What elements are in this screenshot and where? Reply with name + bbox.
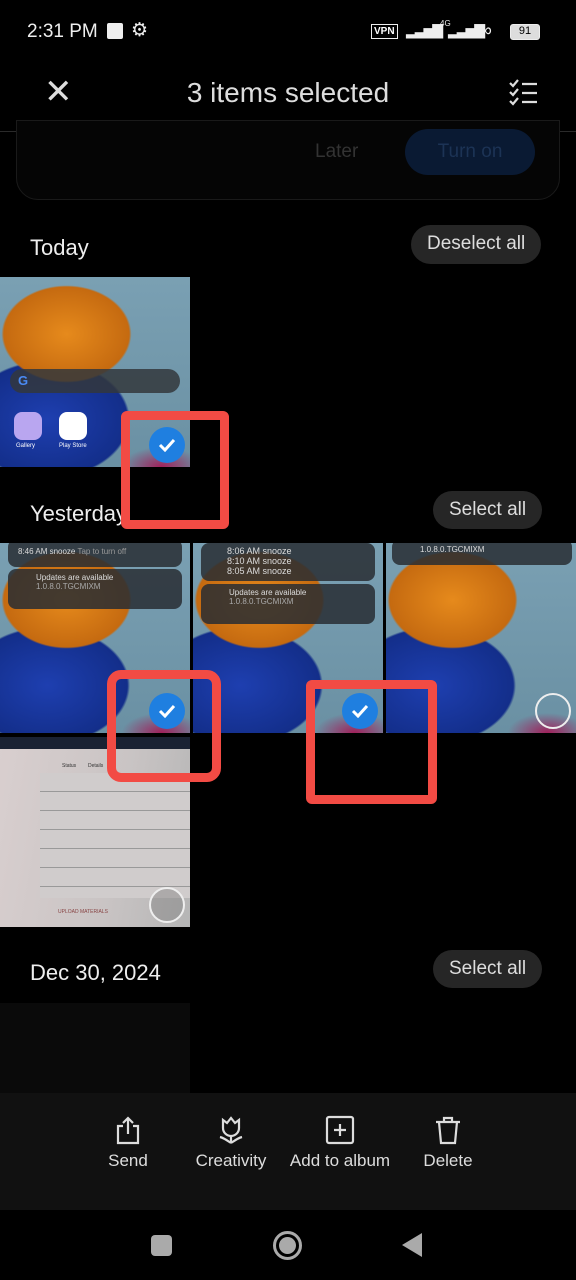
notif-sub: 1.0.8.0.TGCMIXM — [229, 597, 294, 606]
unselected-circle[interactable] — [149, 887, 185, 923]
settings-icon: ⚙ — [131, 20, 149, 41]
table-rows — [40, 773, 190, 898]
upload-icon — [107, 23, 123, 39]
notification: Updates are available 1.0.8.0.TGCMIXM — [8, 569, 182, 609]
later-button[interactable]: Later — [315, 141, 358, 163]
gallery-app-icon — [14, 412, 42, 440]
notif-text: 8:10 AM snooze — [227, 556, 292, 566]
add-to-album-button[interactable]: Add to album — [280, 1115, 400, 1171]
vpn-icon: VPN — [371, 24, 398, 39]
share-icon — [116, 1116, 140, 1145]
table-header: Status — [62, 763, 77, 769]
notification: 1.0.8.0.TGCMIXM — [392, 543, 572, 565]
back-button[interactable] — [402, 1233, 422, 1257]
annotation-box — [107, 670, 221, 782]
navigation-bar — [0, 1210, 576, 1280]
signal-icon: ▂▃▅▇ — [406, 22, 443, 38]
notification: Updates are available 1.0.8.0.TGCMIXM — [201, 584, 375, 624]
checklist-icon[interactable] — [508, 78, 538, 106]
tulip-icon — [219, 1116, 243, 1144]
deselect-all-button[interactable]: Deselect all — [411, 225, 542, 264]
notif-text: 8:06 AM snooze — [227, 546, 292, 556]
notif-text: Updates are available — [36, 573, 114, 582]
trash-icon — [436, 1116, 460, 1145]
select-all-button[interactable]: Select all — [433, 950, 543, 988]
turn-on-button[interactable]: Turn on — [405, 129, 535, 175]
status-time: 2:31 PM — [27, 21, 98, 42]
home-button[interactable] — [273, 1231, 302, 1260]
section-title-today: Today — [30, 235, 89, 260]
action-bar: Send Creativity Add to album Delete — [0, 1093, 576, 1210]
photo-heading: UPLOAD MATERIALS — [58, 909, 108, 915]
recents-button[interactable] — [151, 1235, 172, 1256]
play-store-app-icon — [59, 412, 87, 440]
send-button[interactable]: Send — [68, 1115, 188, 1171]
action-label: Add to album — [289, 1151, 391, 1170]
delete-button[interactable]: Delete — [388, 1115, 508, 1171]
search-widget: G — [10, 369, 180, 393]
table-header: Details — [88, 763, 104, 769]
unselected-circle[interactable] — [535, 693, 571, 729]
battery-icon: 91 — [510, 24, 540, 40]
notif-text: 8:05 AM snooze — [227, 566, 292, 576]
backup-banner: Later Turn on — [16, 120, 560, 200]
notif-sub: 1.0.8.0.TGCMIXM — [36, 582, 101, 591]
action-label: Creativity — [195, 1151, 267, 1170]
notification: 8:06 AM snooze 8:10 AM snooze 8:05 AM snoo… — [201, 543, 375, 581]
photo-thumbnail[interactable] — [0, 1003, 190, 1093]
action-label: Send — [108, 1151, 148, 1170]
notif-text: 8:46 AM snooze — [18, 547, 76, 556]
app-label: Gallery — [16, 443, 36, 449]
notif-text: Updates are available — [229, 588, 307, 597]
section-title-yesterday: Yesterday — [30, 501, 128, 526]
annotation-box — [306, 680, 437, 804]
notification: 8:46 AM snooze Tap to turn off — [8, 543, 182, 567]
add-box-icon — [325, 1115, 355, 1145]
action-label: Delete — [423, 1151, 473, 1170]
select-all-button[interactable]: Select all — [433, 491, 543, 529]
section-title-dec-30: Dec 30, 2024 — [30, 960, 161, 985]
hotspot-icon: ∞ — [479, 20, 492, 40]
creativity-button[interactable]: Creativity — [171, 1115, 291, 1171]
notif-text: 1.0.8.0.TGCMIXM — [420, 545, 485, 554]
app-label: Play Store — [59, 443, 87, 449]
annotation-box — [121, 411, 229, 529]
notif-sub: Tap to turn off — [77, 547, 127, 556]
signal-icon-2: ▂▃▅▇ — [448, 22, 485, 38]
page-title: 3 items selected — [186, 77, 390, 108]
status-bar: 2:31 PM ⚙ VPN ▂▃▅▇ 4G ▂▃▅▇ ∞ 91 — [0, 0, 576, 65]
